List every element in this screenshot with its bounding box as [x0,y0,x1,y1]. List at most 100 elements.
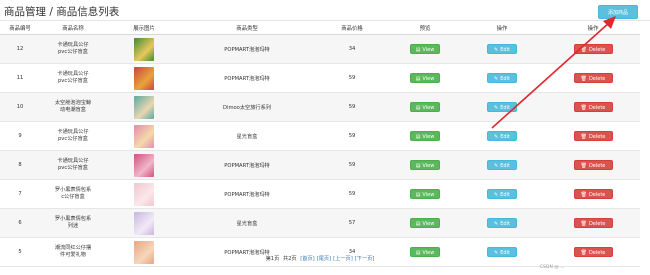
header-divider [0,20,650,21]
view-icon: ▤ [415,134,421,140]
delete-button[interactable]: 🗑 Delete [573,131,613,141]
delete-button[interactable]: 🗑 Delete [573,73,613,83]
view-icon: ▤ [415,163,421,169]
preview-cell: ▤ View [392,92,458,122]
trash-icon: 🗑 [580,76,587,82]
product-thumbnail [134,95,154,119]
product-name: 卡通玩具公仔 pvc公仔盲盒 [40,121,106,151]
edit-cell: ✎ Edit [458,92,546,122]
edit-cell: ✎ Edit [458,208,546,238]
delete-cell: 🗑 Delete [546,237,640,267]
edit-icon: ✎ [494,134,499,140]
product-name-line1: 卡通玩具公仔 [57,129,89,135]
delete-button-label: Delete [588,134,606,140]
view-button[interactable]: ▤ View [410,131,440,141]
edit-button[interactable]: ✎ Edit [487,131,517,141]
product-name-line1: 卡通玩具公仔 [57,158,89,164]
column-header-image: 展示图片 [106,22,182,35]
product-price: 34 [312,34,392,64]
edit-cell: ✎ Edit [458,63,546,93]
product-image-cell [106,92,182,122]
view-icon: ▤ [415,76,421,82]
product-thumbnail [134,66,154,90]
product-image-cell [106,121,182,151]
view-button[interactable]: ▤ View [410,218,440,228]
trash-icon: 🗑 [580,221,587,227]
product-type: POPMART泡泡玛特 [182,237,312,267]
edit-button[interactable]: ✎ Edit [487,189,517,199]
delete-button[interactable]: 🗑 Delete [573,189,613,199]
product-name-line2: pvc公仔盲盒 [58,165,88,171]
delete-button[interactable]: 🗑 Delete [573,160,613,170]
product-thumbnail [134,153,154,177]
view-icon: ▤ [415,192,421,198]
view-button-label: View [422,47,435,53]
delete-button-label: Delete [588,221,606,227]
edit-icon: ✎ [494,76,499,82]
preview-cell: ▤ View [392,63,458,93]
product-image-cell [106,208,182,238]
product-type: POPMART泡泡玛特 [182,150,312,180]
table-row: 8 卡通玩具公仔 pvc公仔盲盒 POPMART泡泡玛特 59 ▤ View ✎ Edit 🗑 De… [0,150,640,180]
trash-icon: 🗑 [580,163,587,169]
edit-button[interactable]: ✎ Edit [487,218,517,228]
product-thumbnail [134,37,154,61]
product-name: 潮流同红公仔摆 件可爱礼物 [40,237,106,267]
delete-button[interactable]: 🗑 Delete [573,218,613,228]
preview-cell: ▤ View [392,121,458,151]
delete-button[interactable]: 🗑 Delete [573,102,613,112]
delete-button[interactable]: 🗑 Delete [573,44,613,54]
product-name-line2: pvc公仔盲盒 [58,136,88,142]
product-price: 57 [312,208,392,238]
product-id: 6 [0,208,40,238]
preview-cell: ▤ View [392,208,458,238]
pagination-last-link[interactable]: [尾页] [317,256,331,262]
pagination-prev-link[interactable]: [上一页] [333,256,353,262]
view-button[interactable]: ▤ View [410,44,440,54]
edit-button-label: Edit [500,192,510,198]
product-name-line1: 卡通玩具公仔 [57,42,89,48]
preview-cell: ▤ View [392,150,458,180]
product-price: 59 [312,121,392,151]
edit-button[interactable]: ✎ Edit [487,160,517,170]
edit-cell: ✎ Edit [458,121,546,151]
view-button[interactable]: ▤ View [410,73,440,83]
column-header-preview: 预览 [392,22,458,35]
delete-button-label: Delete [588,76,606,82]
edit-button[interactable]: ✎ Edit [487,73,517,83]
table-row: 10 太空舱泡泡宝鲸 动电潮盲盒 Dimoo太空旅行系列 59 ▤ View ✎ Edit 🗑 De… [0,92,640,122]
view-button[interactable]: ▤ View [410,102,440,112]
edit-button-label: Edit [500,76,510,82]
edit-button[interactable]: ✎ Edit [487,102,517,112]
product-name: 卡通玩具公仔 pvc公仔盲盒 [40,34,106,64]
product-price: 59 [312,179,392,209]
product-name-line1: 潮流同红公仔摆 [54,245,92,251]
product-price: 34 [312,237,392,267]
product-id: 9 [0,121,40,151]
product-name-line2: c公仔盲盒 [61,194,85,200]
pagination-next-link[interactable]: [下一页] [355,256,375,262]
view-button[interactable]: ▤ View [410,160,440,170]
column-header-action: 操作 [458,22,546,35]
product-price: 59 [312,92,392,122]
edit-button-label: Edit [500,163,510,169]
preview-cell: ▤ View [392,34,458,64]
product-price: 59 [312,63,392,93]
edit-button[interactable]: ✎ Edit [487,44,517,54]
product-type: Dimoo太空旅行系列 [182,92,312,122]
edit-button-label: Edit [500,221,510,227]
product-image-cell [106,237,182,267]
product-id: 12 [0,34,40,64]
product-thumbnail [134,182,154,206]
add-product-button[interactable]: 添加商品 [598,5,638,19]
table-row: 9 卡通玩具公仔 pvc公仔盲盒 星光盲盒 59 ▤ View ✎ Edit 🗑 Delete [0,121,640,151]
view-button[interactable]: ▤ View [410,189,440,199]
product-name: 卡通玩具公仔 pvc公仔盲盒 [40,63,106,93]
delete-cell: 🗑 Delete [546,92,640,122]
product-name-line1: 太空舱泡泡宝鲸 [54,100,92,106]
trash-icon: 🗑 [580,192,587,198]
pagination-first-link[interactable]: [首页] [300,256,314,262]
product-type: 星光盲盒 [182,121,312,151]
product-name-line1: 卡通玩具公仔 [57,71,89,77]
product-name-line2: 动电潮盲盒 [60,107,86,113]
